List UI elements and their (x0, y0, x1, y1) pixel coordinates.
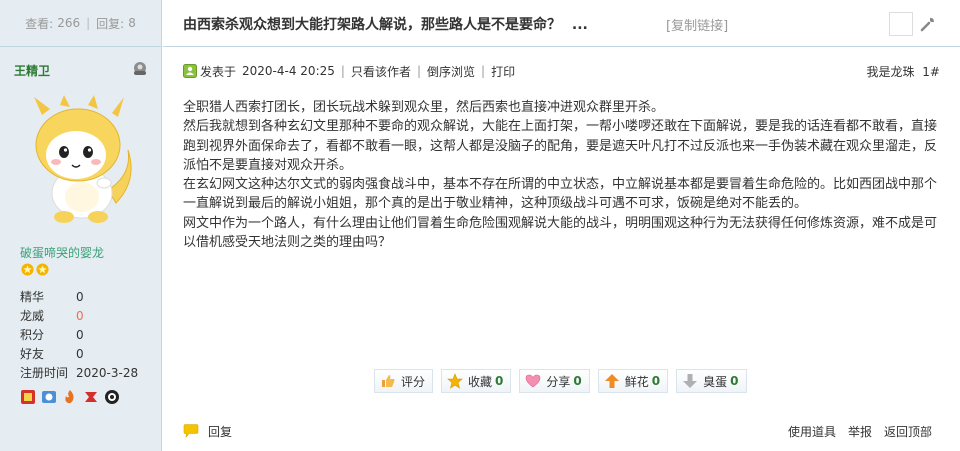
views-label: 查看: (25, 16, 54, 31)
author-sidebar: 查看: 266 | 回复: 8 王精卫 破蛋啼哭的婴龙 精华 0 龙威 0 积分… (0, 0, 162, 451)
author-row: 王精卫 (14, 62, 148, 80)
medal-eye-icon[interactable] (104, 389, 120, 405)
profile-value[interactable]: 0 (76, 288, 84, 307)
use-tool-link[interactable]: 使用道具 (788, 423, 836, 440)
flower-count: 0 (651, 374, 661, 388)
share-button[interactable]: 分享 0 (519, 369, 590, 393)
floor-text[interactable]: 我是龙珠 (866, 65, 914, 79)
profile-key: 注册时间 (20, 366, 69, 380)
profile-key: 龙威 (20, 309, 45, 323)
post-content: 全职猎人西索打团长，团长玩战术躲到观众里，然后西索也直接冲进观众群里开杀。 然后… (183, 98, 943, 252)
profile-row: 积分 0 (20, 326, 150, 345)
content-paragraph: 全职猎人西索打团长，团长玩战术躲到观众里，然后西索也直接冲进观众群里开杀。 (183, 100, 665, 115)
only-author-link[interactable]: 只看该作者 (351, 63, 411, 80)
copy-link-button[interactable]: [复制链接] (666, 15, 728, 34)
thread-title: 由西索杀观众想到大能打架路人解说，那些路人是不是要命？ ... (183, 14, 588, 34)
profile-key[interactable]: 精华 (20, 288, 76, 307)
thread-title-ellipsis: ... (571, 17, 588, 33)
profile-row: 注册时间 2020-3-28 (20, 364, 150, 383)
arrow-up-icon (604, 374, 619, 388)
thread-title-bar: 由西索杀观众想到大能打架路人解说，那些路人是不是要命？ ... [复制链接] (163, 0, 960, 47)
post-footer: 回复 使用道具 举报 返回顶部 (183, 422, 940, 440)
reply-link[interactable]: 回复 (208, 423, 232, 440)
author-name[interactable]: 王精卫 (14, 64, 50, 78)
author-online-icon (183, 64, 197, 78)
medal-flame-icon[interactable] (62, 389, 78, 405)
tool-icon[interactable] (919, 15, 937, 33)
medal-list (20, 389, 120, 405)
replies-label: 回复: (96, 16, 125, 31)
star-favorite-icon (447, 373, 463, 389)
content-paragraph: 在玄幻网文这种达尔文式的弱肉强食战斗中，基本不存在所谓的中立状态，中立解说基本都… (183, 177, 938, 212)
reply-bubble-icon (183, 424, 199, 438)
thumb-icon (382, 375, 395, 387)
print-link[interactable]: 打印 (491, 63, 515, 80)
views-count: 266 (57, 16, 81, 30)
favorite-label: 收藏 (468, 374, 493, 389)
profile-key[interactable]: 好友 (20, 345, 76, 364)
egg-label: 臭蛋 (703, 374, 728, 389)
profile-value[interactable]: 0 (76, 345, 84, 364)
egg-count: 0 (730, 374, 739, 388)
profile-value: 0 (76, 309, 84, 323)
medal-blue-icon[interactable] (41, 389, 57, 405)
profile-value: 2020-3-28 (76, 366, 139, 380)
footer-links: 使用道具 举报 返回顶部 (788, 423, 932, 440)
egg-button[interactable]: 臭蛋 0 (676, 369, 747, 393)
back-to-top-link[interactable]: 返回顶部 (884, 423, 932, 440)
title-blank-box[interactable] (889, 12, 913, 36)
post-date: 2020-4-4 20:25 (242, 64, 335, 78)
star-icon (36, 263, 49, 276)
favorite-button[interactable]: 收藏 0 (441, 369, 512, 393)
user-title: 破蛋啼哭的婴龙 (20, 246, 105, 260)
posted-label: 发表于 (200, 64, 237, 79)
flower-button[interactable]: 鲜花 0 (597, 369, 669, 393)
star-icon (21, 263, 34, 276)
meta-divider: | (340, 64, 345, 78)
medal-red-icon[interactable] (20, 389, 36, 405)
post-floor: 我是龙珠 1# (866, 63, 940, 80)
online-status-icon (134, 62, 146, 75)
medal-red-script-icon[interactable] (83, 389, 99, 405)
rate-label: 评分 (401, 374, 426, 389)
profile-key: 积分 (20, 328, 45, 342)
meta-divider: | (481, 64, 486, 78)
meta-divider: | (416, 64, 421, 78)
share-label: 分享 (546, 374, 571, 389)
dragon-avatar[interactable] (20, 95, 140, 225)
profile-value: 0 (76, 328, 84, 342)
replies-count: 8 (128, 16, 136, 30)
rate-button[interactable]: 评分 (374, 369, 434, 393)
report-link[interactable]: 举报 (848, 423, 872, 440)
reverse-order-link[interactable]: 倒序浏览 (427, 63, 475, 80)
share-count: 0 (573, 374, 582, 388)
flower-label: 鲜花 (624, 374, 649, 389)
thread-stats: 查看: 266 | 回复: 8 (0, 0, 161, 47)
profile-row: 精华 0 (20, 288, 150, 307)
floor-number[interactable]: 1# (922, 65, 940, 79)
content-paragraph: 然后我就想到各种玄幻文里那种不要命的观众解说，大能在上面打架，一帮小喽啰还敢在下… (183, 119, 938, 173)
post-actions: 评分 收藏 0 分享 0 鲜花 0 臭蛋 0 (374, 369, 747, 393)
post-main: 由西索杀观众想到大能打架路人解说，那些路人是不是要命？ ... [复制链接] 发… (163, 0, 960, 451)
thread-title-text[interactable]: 由西索杀观众想到大能打架路人解说，那些路人是不是要命？ (183, 17, 561, 33)
profile-info: 精华 0 龙威 0 积分 0 好友 0 注册时间 2020-3-28 (20, 288, 150, 383)
content-paragraph: 网文中作为一个路人，有什么理由让他们冒着生命危险围观解说大能的战斗，明明围观这种… (183, 215, 938, 251)
stats-divider: | (86, 16, 91, 30)
favorite-count: 0 (495, 374, 504, 388)
arrow-down-icon (683, 374, 698, 388)
profile-row: 好友 0 (20, 345, 150, 364)
heart-icon (526, 374, 541, 388)
profile-row: 龙威 0 (20, 307, 150, 326)
user-stars (21, 263, 49, 276)
post-meta: 发表于 2020-4-4 20:25 | 只看该作者 | 倒序浏览 | 打印 我… (183, 63, 940, 79)
